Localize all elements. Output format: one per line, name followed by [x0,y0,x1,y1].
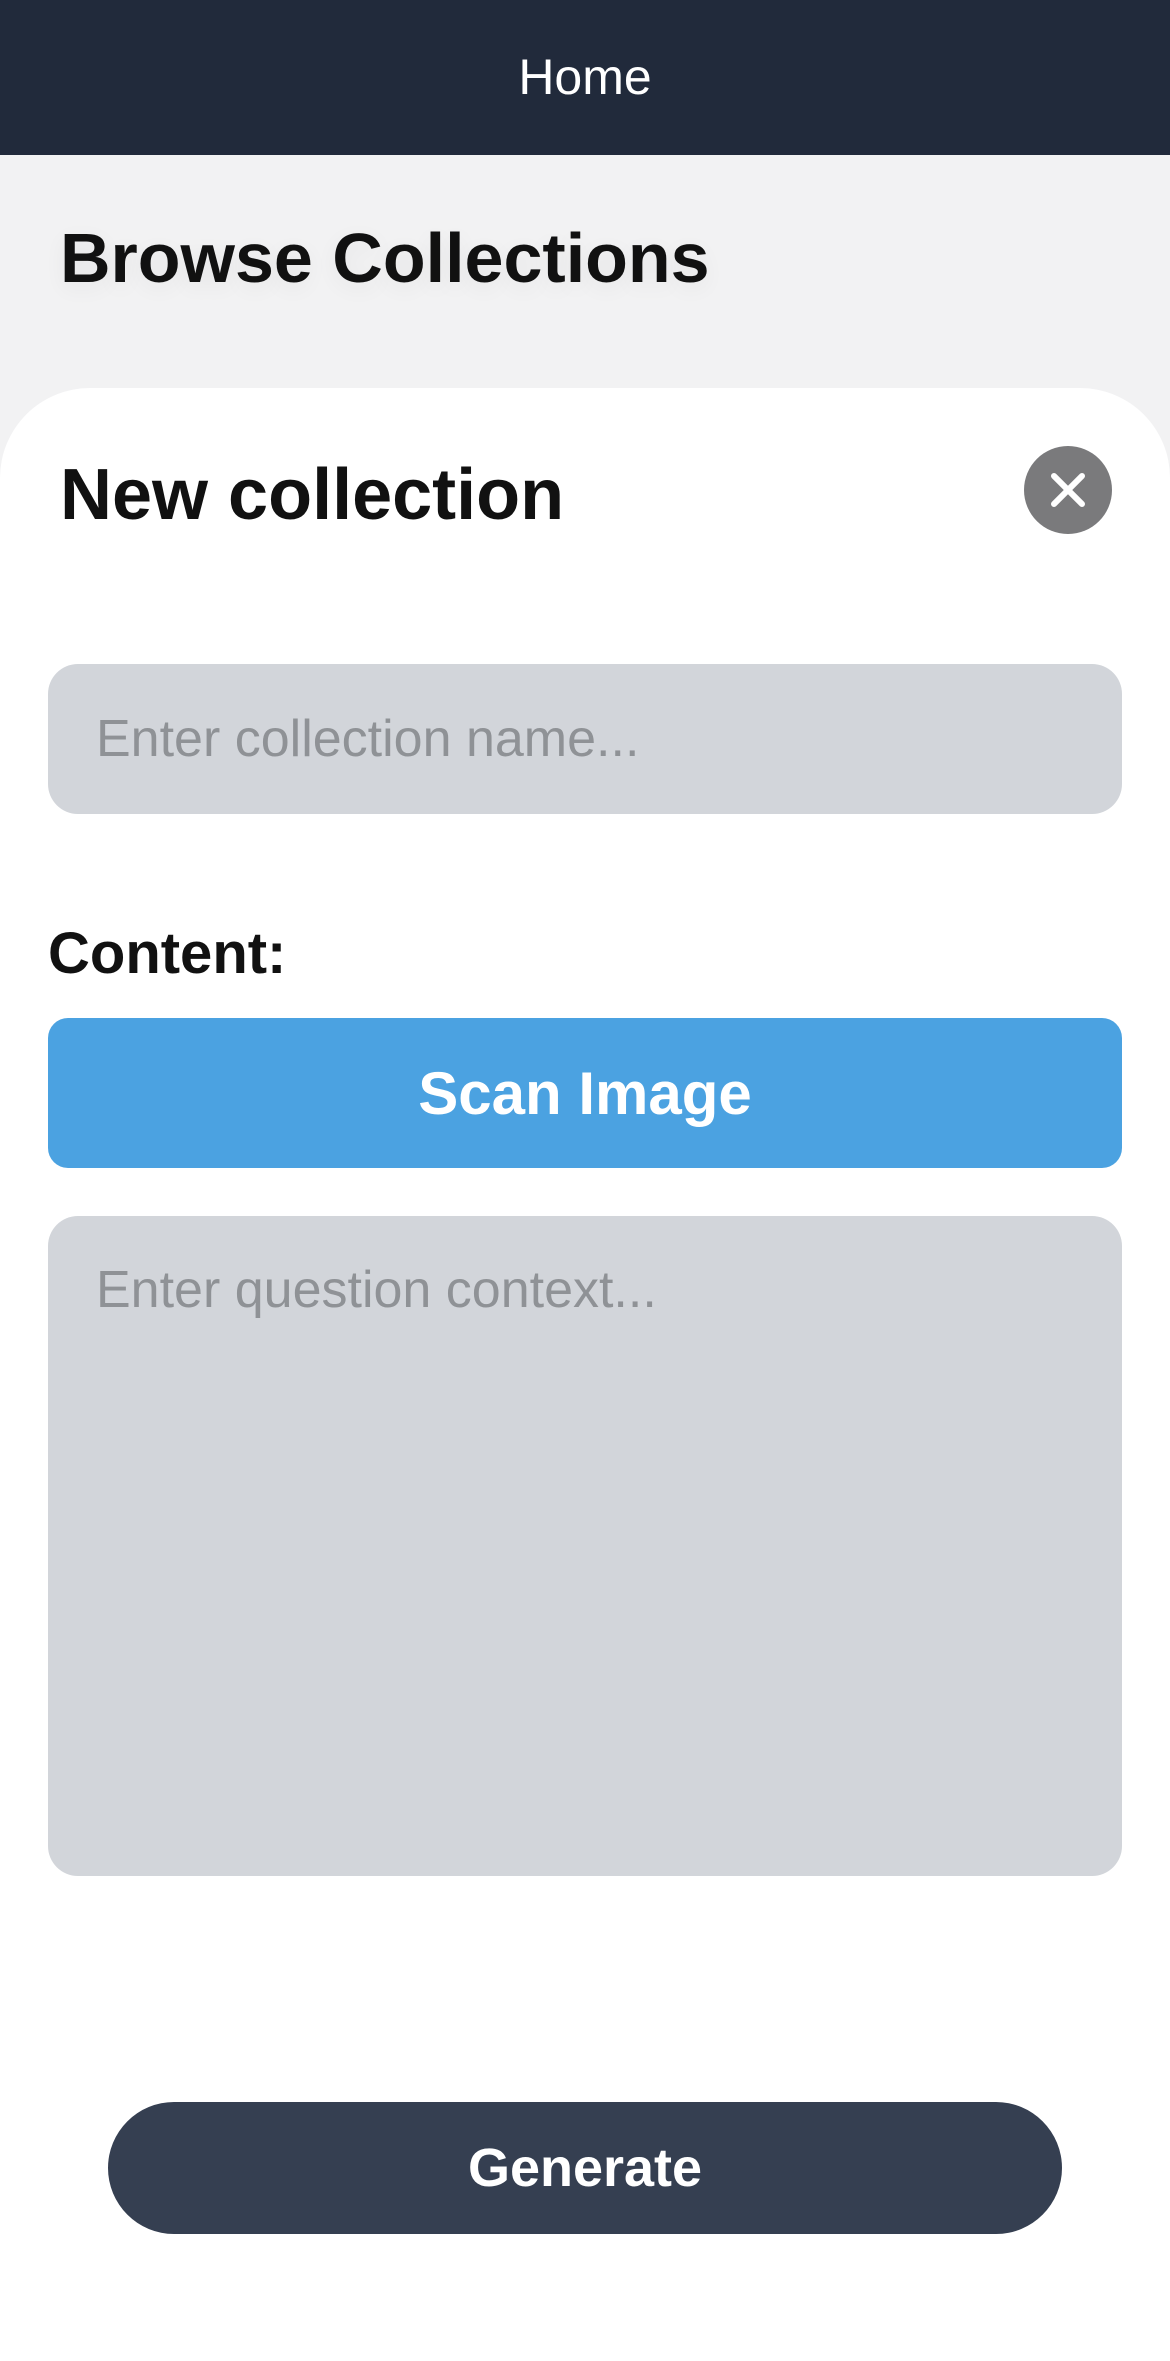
collection-name-input[interactable] [48,664,1122,814]
content-label: Content: [48,921,287,986]
question-context-input[interactable] [48,1216,1122,1876]
close-button[interactable] [1024,446,1112,534]
scan-image-button[interactable]: Scan Image [48,1018,1122,1168]
sheet-title: New collection [60,455,565,535]
page-title: Browse Collections [60,219,710,297]
new-collection-sheet: New collection Content: Scan Image Gener… [0,388,1170,2361]
app-header: Home [0,0,1170,155]
header-title: Home [518,48,652,105]
generate-button[interactable]: Generate [108,2102,1062,2234]
close-icon [1051,473,1085,507]
